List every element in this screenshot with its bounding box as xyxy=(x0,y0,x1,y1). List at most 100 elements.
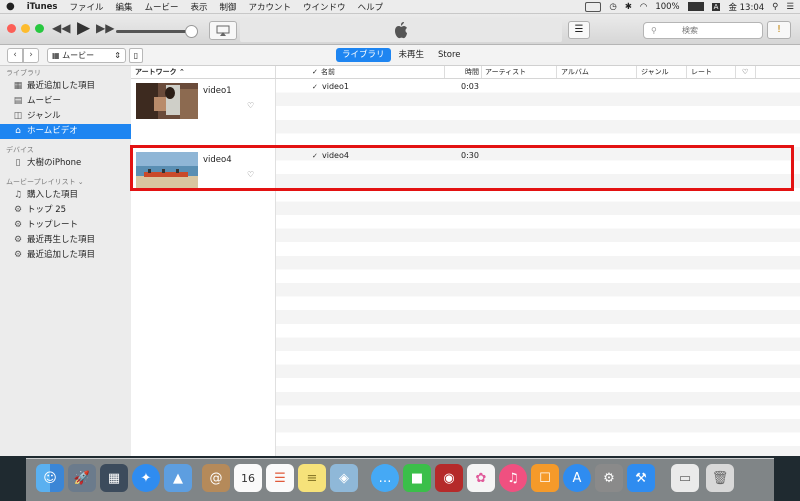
downloads-folder-icon[interactable]: ▭ xyxy=(671,464,699,492)
menu-controls[interactable]: 制御 xyxy=(214,1,243,13)
calendar-icon[interactable]: 16 xyxy=(234,464,262,492)
alert-button[interactable]: ! xyxy=(767,21,791,39)
airplay-icon xyxy=(216,25,230,36)
sidebar-item-recently-played[interactable]: ⚙ 最近再生した項目 xyxy=(0,233,131,248)
heart-icon[interactable]: ♡ xyxy=(247,101,254,110)
play-button[interactable]: ▶ xyxy=(77,18,90,38)
menu-file[interactable]: ファイル xyxy=(63,1,109,13)
artwork-title: video1 xyxy=(203,86,232,96)
sidebar-item-top-25[interactable]: ⚙ トップ 25 xyxy=(0,203,131,218)
column-header-artwork[interactable]: アートワーク ⌃ xyxy=(135,66,185,78)
sidebar-item-recently-added-playlist[interactable]: ⚙ 最近追加した項目 xyxy=(0,248,131,263)
back-button[interactable]: ‹ xyxy=(7,48,23,63)
column-header-artist[interactable]: アーティスト xyxy=(485,66,526,78)
volume-slider[interactable] xyxy=(116,30,190,33)
tab-library[interactable]: ライブラリ xyxy=(336,48,391,62)
highlight-box xyxy=(130,145,794,191)
media-type-selector[interactable]: ▦ ムービー ⇕ xyxy=(47,48,126,63)
purchased-icon: ♫ xyxy=(13,190,23,200)
sidebar-item-genre[interactable]: ◫ ジャンル xyxy=(0,109,131,124)
menu-bar: ● iTunes ファイル 編集 ムービー 表示 制御 アカウント ウインドウ … xyxy=(0,0,800,14)
launchpad-icon[interactable]: 🚀 xyxy=(68,464,96,492)
input-mode-indicator[interactable]: A xyxy=(711,2,721,11)
row-checkbox[interactable]: ✓ xyxy=(312,80,318,94)
sidebar-item-purchased[interactable]: ♫ 購入した項目 xyxy=(0,188,131,203)
menu-app-name[interactable]: iTunes xyxy=(21,2,64,12)
column-header-check[interactable]: ✓ xyxy=(312,66,318,78)
up-next-list-button[interactable]: ☰ xyxy=(568,21,590,39)
notes-icon[interactable]: ≡ xyxy=(298,464,326,492)
trash-icon[interactable]: 🗑 xyxy=(706,464,734,492)
preview-icon[interactable]: ▲ xyxy=(164,464,192,492)
apple-menu-icon[interactable]: ● xyxy=(0,1,21,12)
forward-button[interactable]: › xyxy=(23,48,39,63)
home-video-icon: ⌂ xyxy=(15,126,21,136)
photo-booth-icon[interactable]: ◉ xyxy=(435,464,463,492)
volume-slider-knob[interactable] xyxy=(185,25,198,38)
library-content: アートワーク ⌃ ✓ 名前 時間 アーティスト アルバム ジャンル レート ♡ … xyxy=(131,66,800,456)
app-store-icon[interactable]: A xyxy=(563,464,591,492)
table-row[interactable]: ✓ video1 0:03 xyxy=(276,80,800,94)
column-divider xyxy=(275,66,276,78)
column-header-genre[interactable]: ジャンル xyxy=(641,66,669,78)
xcode-icon[interactable]: ⚒ xyxy=(627,464,655,492)
list-icon: ☰ xyxy=(574,24,584,35)
column-header-name[interactable]: 名前 xyxy=(321,66,335,78)
column-header-time[interactable]: 時間 xyxy=(465,66,479,78)
menu-account[interactable]: アカウント xyxy=(243,1,298,13)
column-header-album[interactable]: アルバム xyxy=(561,66,589,78)
zoom-window-button[interactable] xyxy=(35,24,44,33)
wifi-icon[interactable]: ◠ xyxy=(640,2,647,12)
safari-icon[interactable]: ✦ xyxy=(132,464,160,492)
sidebar-header-movie-playlists[interactable]: ムービープレイリスト ⌄ xyxy=(0,177,131,188)
sidebar-item-label: ジャンル xyxy=(27,111,61,121)
sidebar-item-home-video[interactable]: ⌂ ホームビデオ xyxy=(0,124,131,139)
search-input[interactable] xyxy=(682,24,757,36)
column-header-love[interactable]: ♡ xyxy=(742,66,748,78)
search-field[interactable]: ⚲ xyxy=(643,22,763,39)
bluetooth-icon[interactable]: ✱ xyxy=(625,2,632,12)
spotlight-icon[interactable]: ⚲ xyxy=(772,2,778,12)
sidebar-item-top-rated[interactable]: ⚙ トップレート xyxy=(0,218,131,233)
menu-window[interactable]: ウインドウ xyxy=(297,1,352,13)
previous-track-button[interactable]: ◀◀ xyxy=(52,21,70,35)
image-capture-icon[interactable]: ◈ xyxy=(330,464,358,492)
contacts-icon[interactable]: @ xyxy=(202,464,230,492)
artwork-item-video1[interactable]: video1 ♡ xyxy=(131,83,275,135)
menu-movie[interactable]: ムービー xyxy=(138,1,184,13)
menubar-clock[interactable]: 金 13:04 xyxy=(728,1,764,13)
notification-center-icon[interactable]: ☰ xyxy=(786,2,794,12)
finder-icon[interactable]: ☺ xyxy=(36,464,64,492)
photos-icon[interactable]: ✿ xyxy=(467,464,495,492)
mission-control-icon[interactable]: ▦ xyxy=(100,464,128,492)
minimize-window-button[interactable] xyxy=(21,24,30,33)
sidebar-item-movies[interactable]: ▤ ムービー xyxy=(0,94,131,109)
menu-extra-icon[interactable] xyxy=(585,1,602,12)
sidebar-item-recently-added[interactable]: ▦ 最近追加した項目 xyxy=(0,79,131,94)
now-playing-display xyxy=(240,18,562,42)
menu-edit[interactable]: 編集 xyxy=(109,1,138,13)
ibooks-icon[interactable]: ☐ xyxy=(531,464,559,492)
menu-view[interactable]: 表示 xyxy=(185,1,214,13)
track-list: ✓ video1 0:03 ✓ video4 0:30 xyxy=(276,79,800,456)
menu-help[interactable]: ヘルプ xyxy=(352,1,390,13)
sidebar-item-label: 最近追加した項目 xyxy=(27,81,96,91)
sidebar-item-label: 購入した項目 xyxy=(27,190,79,200)
next-track-button[interactable]: ▶▶ xyxy=(96,21,114,35)
time-machine-icon[interactable]: ◷ xyxy=(609,2,616,12)
facetime-icon[interactable]: ■ xyxy=(403,464,431,492)
sidebar-item-device-iphone[interactable]: ▯ 大樹のiPhone xyxy=(0,156,131,171)
itunes-icon[interactable]: ♫ xyxy=(499,464,527,492)
system-preferences-icon[interactable]: ⚙ xyxy=(595,464,623,492)
media-type-label: ムービー xyxy=(62,51,95,60)
airplay-button[interactable] xyxy=(209,21,237,40)
messages-icon[interactable]: … xyxy=(371,464,399,492)
row-time: 0:03 xyxy=(461,82,479,91)
device-button[interactable]: ▯ xyxy=(129,48,143,63)
column-header-rating[interactable]: レート xyxy=(691,66,712,78)
reminders-icon[interactable]: ☰ xyxy=(266,464,294,492)
tab-unplayed[interactable]: 未再生 xyxy=(393,48,431,62)
close-window-button[interactable] xyxy=(7,24,16,33)
battery-icon[interactable] xyxy=(687,2,704,11)
tab-store[interactable]: Store xyxy=(432,48,466,62)
